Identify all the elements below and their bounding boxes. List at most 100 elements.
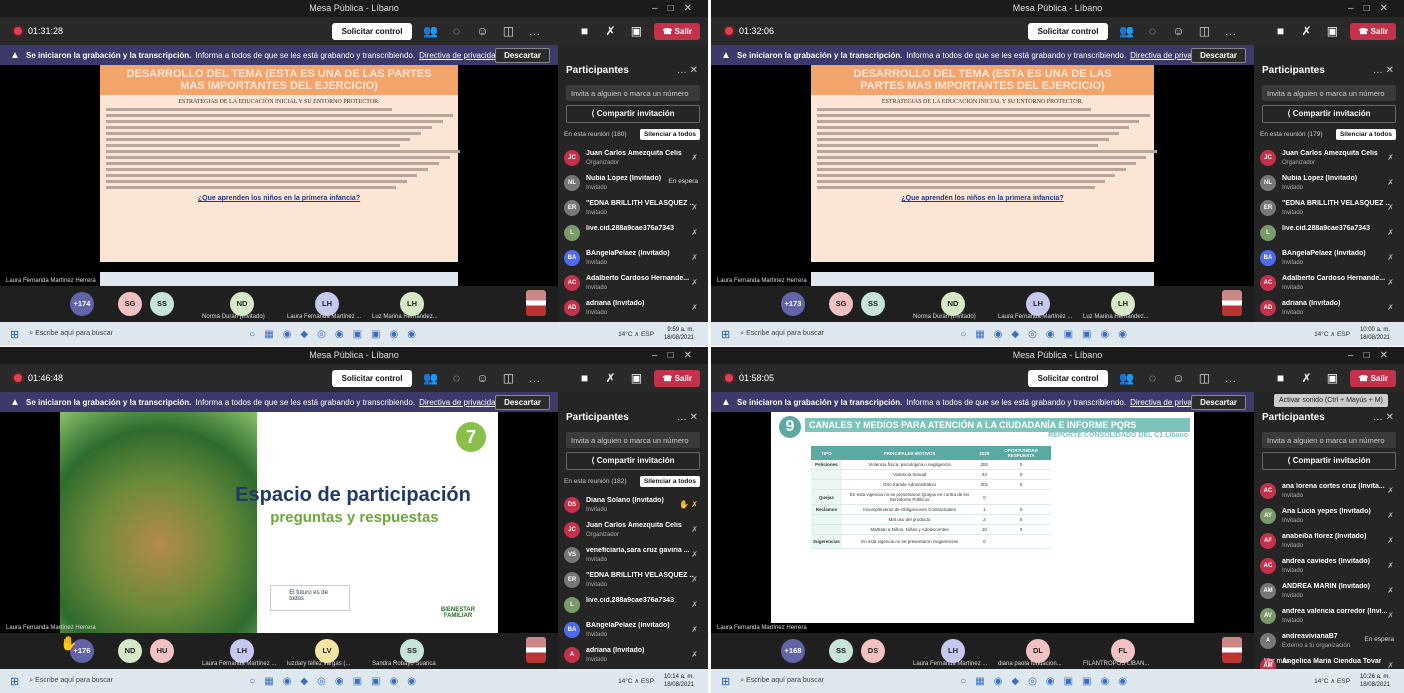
close-panel-icon[interactable]: … ✕ bbox=[1373, 412, 1394, 423]
participant-tile-avatar[interactable]: +168 bbox=[781, 639, 805, 663]
participant-item[interactable]: JC Juan Carlos Amezquita Celis Organizador… bbox=[1260, 147, 1396, 172]
taskbar-apps[interactable]: ○▦◉◆◎◉▣▣◉◉ bbox=[249, 329, 425, 340]
camera-icon[interactable]: ■ bbox=[576, 371, 592, 385]
share-icon[interactable]: ▣ bbox=[628, 24, 644, 38]
participant-tile-avatar[interactable]: LH bbox=[230, 639, 254, 663]
share-icon[interactable]: ▣ bbox=[628, 371, 644, 385]
participant-item[interactable]: AD adriana (Invitado) Invitado ✗ bbox=[564, 297, 700, 322]
windows-start-icon[interactable]: ⊞ bbox=[10, 675, 19, 688]
more-icon[interactable]: … bbox=[1222, 371, 1238, 385]
chat-icon[interactable]: ◌ bbox=[448, 24, 464, 38]
participant-tile-avatar[interactable]: SG bbox=[829, 292, 853, 316]
participant-item[interactable]: AC ana lorena cortes cruz (Invita... Invit… bbox=[1260, 480, 1396, 505]
window-controls[interactable]: –□✕ bbox=[652, 0, 702, 17]
participant-tile-avatar[interactable]: LH bbox=[315, 292, 339, 316]
participant-item[interactable]: ER "EDNA BRILLITH VELASQUEZ ... Invitado ✗ bbox=[564, 569, 700, 594]
rooms-icon[interactable]: ◫ bbox=[1196, 24, 1212, 38]
window-controls[interactable]: –□✕ bbox=[652, 347, 702, 364]
dismiss-button[interactable]: Descartar bbox=[495, 394, 550, 410]
participant-tile-avatar[interactable]: LH bbox=[400, 292, 424, 316]
participant-item[interactable]: AandreavivianaB7 Externo a tu organizació… bbox=[1260, 630, 1396, 655]
chat-icon[interactable]: ◌ bbox=[448, 371, 464, 385]
participant-item[interactable]: NL Nubia Lopez (Invitado) Invitado ✗ bbox=[1260, 172, 1396, 197]
participant-item[interactable]: AV andrea valencia corredor (Invi... Invit… bbox=[1260, 605, 1396, 630]
participant-item[interactable]: DS Diana Solano (Invitado) Invitado ✋ ✗ bbox=[564, 494, 700, 519]
share-invite-button[interactable]: ⟨ Compartir invitación bbox=[566, 105, 700, 123]
invite-input[interactable]: Invita a alguien o marca un número bbox=[566, 85, 700, 101]
participant-tile-avatar[interactable]: SS bbox=[150, 292, 174, 316]
people-icon[interactable]: 👥 bbox=[422, 371, 438, 385]
close-panel-icon[interactable]: … ✕ bbox=[1373, 65, 1394, 76]
participant-tile-avatar[interactable]: ND bbox=[230, 292, 254, 316]
participant-item[interactable]: Llive.cid.288a9cae376a7343 ✗ bbox=[1260, 222, 1396, 247]
participant-item[interactable]: JC Juan Carlos Amezquita Celis Organizador… bbox=[564, 147, 700, 172]
request-control-button[interactable]: Solicitar control bbox=[1027, 22, 1109, 40]
participant-tile-avatar[interactable]: SG bbox=[118, 292, 142, 316]
rooms-icon[interactable]: ◫ bbox=[500, 24, 516, 38]
more-icon[interactable]: … bbox=[526, 24, 542, 38]
participant-tile-avatar[interactable]: LH bbox=[941, 639, 965, 663]
request-control-button[interactable]: Solicitar control bbox=[1027, 369, 1109, 387]
participant-item[interactable]: NL Nubia Lopez (Invitado) Invitado En esper… bbox=[564, 172, 700, 197]
taskbar-apps[interactable]: ○▦◉◆◎◉▣▣◉◉ bbox=[960, 329, 1136, 340]
dismiss-button[interactable]: Descartar bbox=[1191, 394, 1246, 410]
participant-tile-avatar[interactable]: DL bbox=[1026, 639, 1050, 663]
participant-tile-avatar[interactable]: SS bbox=[829, 639, 853, 663]
participant-tile-avatar[interactable]: DS bbox=[861, 639, 885, 663]
reactions-icon[interactable]: ☺ bbox=[1170, 371, 1186, 385]
dismiss-button[interactable]: Descartar bbox=[1191, 47, 1246, 63]
windows-start-icon[interactable]: ⊞ bbox=[721, 675, 730, 688]
chat-icon[interactable]: ◌ bbox=[1144, 24, 1160, 38]
participant-item[interactable]: BA BAngelaPelaez (Invitado) Invitado ✗ bbox=[1260, 247, 1396, 272]
participant-tile-avatar[interactable]: SS bbox=[400, 639, 424, 663]
mic-muted-icon[interactable]: ✗ bbox=[1298, 24, 1314, 38]
mute-all-button[interactable]: Silenciar a todos bbox=[1335, 129, 1396, 140]
participant-tile-avatar[interactable]: LH bbox=[1111, 292, 1135, 316]
chat-icon[interactable]: ◌ bbox=[1144, 371, 1160, 385]
mic-muted-icon[interactable]: ✗ bbox=[602, 371, 618, 385]
people-icon[interactable]: 👥 bbox=[1118, 24, 1134, 38]
mute-all-button[interactable]: Silenciar a todos bbox=[639, 476, 700, 487]
participant-item[interactable]: VS veneficiaria,sara cruz gaviria ... Invi… bbox=[564, 544, 700, 569]
taskbar-search[interactable]: ⌕ Escribe aquí para buscar bbox=[740, 330, 900, 338]
invite-input[interactable]: Invita a alguien o marca un número bbox=[1262, 432, 1396, 448]
camera-icon[interactable]: ■ bbox=[576, 24, 592, 38]
request-control-button[interactable]: Solicitar control bbox=[331, 22, 413, 40]
participant-item[interactable]: ER "EDNA BRILLITH VELASQUEZ ... Invitado ✗ bbox=[1260, 197, 1396, 222]
rooms-icon[interactable]: ◫ bbox=[1196, 371, 1212, 385]
participant-item[interactable]: Aadriana (Invitado) Invitado ✗ bbox=[564, 644, 700, 669]
taskbar-apps[interactable]: ○▦◉◆◎◉▣▣◉◉ bbox=[960, 676, 1136, 687]
people-icon[interactable]: 👥 bbox=[1118, 371, 1134, 385]
rooms-icon[interactable]: ◫ bbox=[500, 371, 516, 385]
participant-item[interactable]: BA BAngelaPelaez (Invitado) Invitado ✗ bbox=[564, 247, 700, 272]
more-icon[interactable]: … bbox=[526, 371, 542, 385]
participant-item[interactable]: BA BAngelaPelaez (Invitado) Invitado ✗ bbox=[564, 619, 700, 644]
participant-item[interactable]: AM ANDREA MARIN (Invitado) Invitado ✗ bbox=[1260, 580, 1396, 605]
taskbar-search[interactable]: ⌕ Escribe aquí para buscar bbox=[740, 677, 900, 685]
share-icon[interactable]: ▣ bbox=[1324, 371, 1340, 385]
reactions-icon[interactable]: ☺ bbox=[1170, 24, 1186, 38]
participant-tile-avatar[interactable]: HU bbox=[150, 639, 174, 663]
share-invite-button[interactable]: ⟨ Compartir invitación bbox=[1262, 452, 1396, 470]
mic-muted-icon[interactable]: ✗ bbox=[1298, 371, 1314, 385]
participant-item[interactable]: AC Adalberto Cardoso Hernande... Invitado ✗ bbox=[1260, 272, 1396, 297]
participant-tile-avatar[interactable]: +174 bbox=[70, 292, 94, 316]
invite-input[interactable]: Invita a alguien o marca un número bbox=[1262, 85, 1396, 101]
more-icon[interactable]: … bbox=[1222, 24, 1238, 38]
participant-item[interactable]: AD adriana (Invitado) Invitado ✗ bbox=[1260, 297, 1396, 322]
windows-start-icon[interactable]: ⊞ bbox=[10, 328, 19, 341]
leave-button[interactable]: ☎ Salir bbox=[654, 369, 700, 387]
mic-muted-icon[interactable]: ✗ bbox=[602, 24, 618, 38]
share-icon[interactable]: ▣ bbox=[1324, 24, 1340, 38]
invite-input[interactable]: Invita a alguien o marca un número bbox=[566, 432, 700, 448]
camera-icon[interactable]: ■ bbox=[1272, 371, 1288, 385]
participant-item[interactable]: AY Ana Lucia yepes (Invitado) Invitado ✗ bbox=[1260, 505, 1396, 530]
participant-item[interactable]: AC andrea caviedes (Invitado) Invitado ✗ bbox=[1260, 555, 1396, 580]
privacy-link[interactable]: Directiva de privacidad bbox=[419, 51, 500, 60]
participant-item[interactable]: AF anabeiba florez (Invitado) Invitado ✗ bbox=[1260, 530, 1396, 555]
window-controls[interactable]: –□✕ bbox=[1348, 0, 1398, 17]
participant-item[interactable]: Llive.cid.288a9cae376a7343 ✗ bbox=[564, 222, 700, 247]
participant-item[interactable]: ER "EDNA BRILLITH VELASQUEZ ... Invitado ✗ bbox=[564, 197, 700, 222]
window-controls[interactable]: –□✕ bbox=[1348, 347, 1398, 364]
reactions-icon[interactable]: ☺ bbox=[474, 24, 490, 38]
